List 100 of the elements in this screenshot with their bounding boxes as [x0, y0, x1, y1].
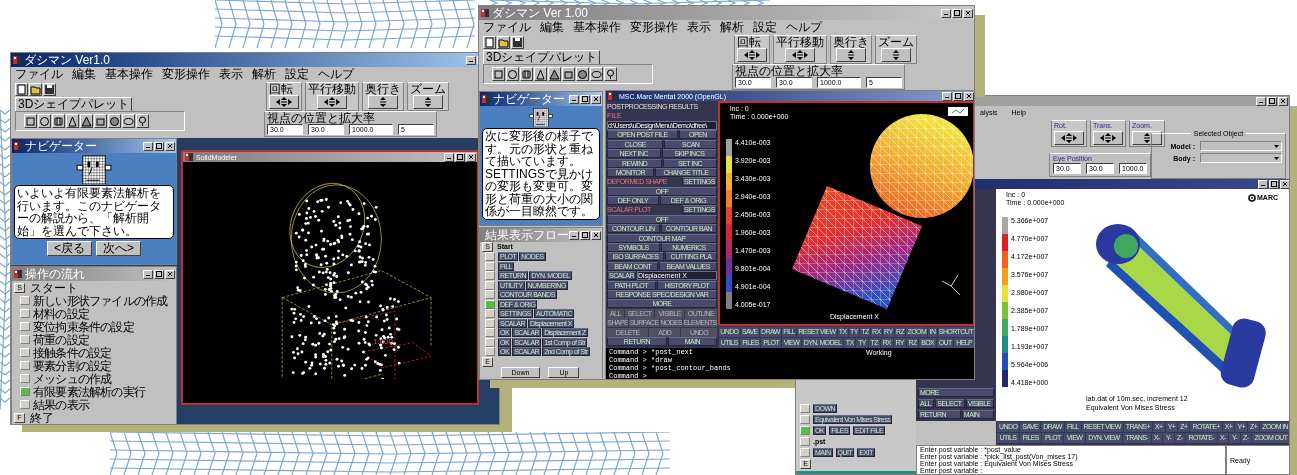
minimize-button[interactable] — [569, 230, 579, 240]
shape-button[interactable] — [52, 114, 65, 128]
view-button[interactable] — [1132, 131, 1162, 145]
minimize-button[interactable] — [941, 8, 951, 18]
menu-item[interactable]: ヘルプ — [786, 20, 822, 34]
step-checkbox[interactable] — [485, 318, 495, 328]
step-checkbox[interactable] — [485, 290, 495, 300]
maximize-button[interactable] — [1269, 179, 1279, 189]
palette-tab[interactable]: 3Dシェイプパレット — [483, 50, 601, 64]
close-button[interactable] — [466, 152, 476, 162]
shape-button[interactable] — [520, 67, 533, 81]
close-button[interactable] — [964, 91, 974, 101]
shape-button[interactable] — [80, 114, 93, 128]
step-checkbox[interactable] — [800, 448, 810, 457]
close-button[interactable] — [591, 230, 601, 240]
shape-button[interactable] — [562, 67, 575, 81]
view-button[interactable] — [368, 95, 398, 109]
maximize-button[interactable] — [580, 94, 590, 104]
minimize-button[interactable] — [444, 152, 454, 162]
menu-item[interactable]: 解析 — [252, 67, 276, 81]
view-button[interactable] — [881, 48, 911, 62]
view-button[interactable] — [1093, 131, 1123, 145]
view-button[interactable] — [836, 48, 866, 62]
close-button[interactable] — [1278, 96, 1288, 106]
minimize-button[interactable] — [466, 55, 476, 65]
menu-item[interactable]: 編集 — [540, 20, 564, 34]
minimize-button[interactable] — [143, 141, 153, 151]
shape-button[interactable] — [122, 114, 135, 128]
step-checkbox[interactable] — [20, 309, 30, 318]
shape-button[interactable] — [24, 114, 37, 128]
toolbar-button[interactable] — [15, 83, 28, 96]
step-checkbox[interactable] — [485, 309, 495, 319]
step-checkbox[interactable] — [800, 404, 810, 413]
menu-item[interactable]: 基本操作 — [573, 20, 621, 34]
step-checkbox[interactable] — [20, 335, 30, 344]
step-checkbox[interactable] — [20, 322, 30, 331]
menu-item[interactable]: 設定 — [753, 20, 777, 34]
view-button[interactable] — [317, 95, 347, 109]
maximize-button[interactable] — [154, 141, 164, 151]
step-checkbox[interactable] — [20, 400, 30, 409]
maximize-button[interactable] — [953, 91, 963, 101]
minimize-button[interactable] — [569, 94, 579, 104]
step-checkbox[interactable] — [20, 374, 30, 383]
shape-button[interactable] — [38, 114, 51, 128]
toolbar-button[interactable] — [43, 83, 56, 96]
step-checkbox[interactable] — [485, 271, 495, 281]
menu-item[interactable]: 解析 — [720, 20, 744, 34]
step-checkbox[interactable] — [485, 328, 495, 338]
shape-button[interactable] — [590, 67, 603, 81]
maximize-button[interactable] — [580, 230, 590, 240]
toolbar-button[interactable] — [497, 36, 510, 49]
menu-item[interactable]: 表示 — [687, 20, 711, 34]
maximize-button[interactable] — [952, 8, 962, 18]
shape-button[interactable] — [94, 114, 107, 128]
step-checkbox[interactable] — [485, 299, 495, 309]
minimize-button[interactable] — [1256, 96, 1266, 106]
step-checkbox[interactable] — [485, 280, 495, 290]
step-checkbox[interactable] — [20, 387, 30, 396]
shape-button[interactable] — [108, 114, 121, 128]
shape-button[interactable] — [548, 67, 561, 81]
view-button[interactable] — [413, 95, 443, 109]
menu-item[interactable]: 表示 — [219, 67, 243, 81]
toolbar-button[interactable] — [29, 83, 42, 96]
menu-item[interactable]: 基本操作 — [105, 67, 153, 81]
nav-button[interactable]: <戻る — [47, 241, 92, 256]
nav-button[interactable]: 次へ> — [96, 241, 141, 256]
dropdown[interactable] — [1200, 153, 1282, 163]
minimize-button[interactable] — [1258, 179, 1268, 189]
shape-button[interactable] — [604, 67, 617, 81]
maximize-button[interactable] — [455, 152, 465, 162]
palette-tab[interactable]: 3Dシェイプパレット — [15, 97, 133, 111]
maximize-button[interactable] — [1267, 96, 1277, 106]
step-checkbox[interactable] — [800, 426, 810, 435]
menu-item[interactable]: ファイル — [483, 20, 531, 34]
view-button[interactable] — [737, 48, 767, 62]
toolbar-button[interactable] — [511, 36, 524, 49]
menu-item[interactable]: 変形操作 — [630, 20, 678, 34]
step-checkbox[interactable] — [485, 347, 495, 357]
close-button[interactable] — [963, 8, 973, 18]
shape-button[interactable] — [492, 67, 505, 81]
shape-button[interactable] — [66, 114, 79, 128]
menu-item[interactable]: 設定 — [285, 67, 309, 81]
menu-item[interactable]: 変形操作 — [162, 67, 210, 81]
step-checkbox[interactable] — [485, 252, 495, 262]
maximize-button[interactable] — [154, 269, 164, 279]
step-checkbox[interactable] — [800, 437, 810, 446]
step-checkbox[interactable] — [800, 415, 810, 424]
minimize-button[interactable] — [942, 91, 952, 101]
menu-item[interactable]: ファイル — [15, 67, 63, 81]
step-checkbox[interactable] — [485, 337, 495, 347]
close-button[interactable] — [165, 141, 175, 151]
step-checkbox[interactable] — [20, 296, 30, 305]
toolbar-button[interactable] — [483, 36, 496, 49]
shape-button[interactable] — [136, 114, 149, 128]
shape-button[interactable] — [576, 67, 589, 81]
view-button[interactable] — [785, 48, 815, 62]
view-button[interactable] — [269, 95, 299, 109]
shape-button[interactable] — [534, 67, 547, 81]
view-button[interactable] — [1054, 131, 1084, 145]
dropdown[interactable] — [1200, 141, 1282, 151]
